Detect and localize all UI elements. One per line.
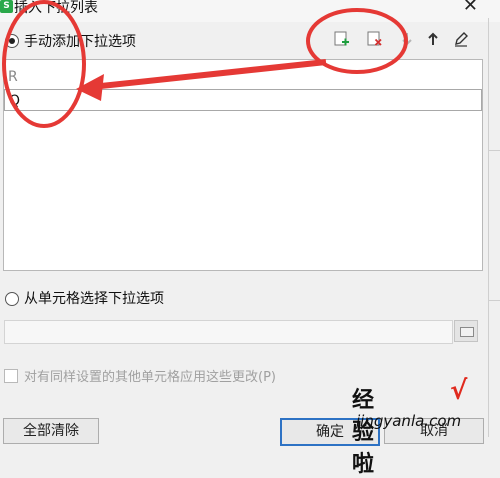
cell-range-input[interactable] <box>4 320 453 344</box>
wps-app-icon: S <box>0 0 13 13</box>
sheet-gridline <box>488 18 489 437</box>
arrow-down-icon <box>402 33 412 46</box>
arrow-up-icon <box>428 32 438 45</box>
pencil-icon <box>455 32 468 47</box>
options-listbox[interactable]: R Q <box>3 59 483 271</box>
edit-item-button[interactable] <box>452 30 470 48</box>
delete-icon <box>367 31 382 46</box>
close-icon[interactable]: ✕ <box>463 0 478 16</box>
add-item-button[interactable] <box>333 30 351 48</box>
sheet-gridline <box>488 150 500 151</box>
move-down-button[interactable] <box>398 30 416 48</box>
delete-item-button[interactable] <box>366 30 384 48</box>
apply-same-checkbox[interactable] <box>4 369 18 383</box>
dialog-title: 插入下拉列表 <box>14 0 98 16</box>
add-icon <box>334 31 349 46</box>
dialog-titlebar: S 插入下拉列表 ✕ <box>0 0 500 22</box>
move-up-button[interactable] <box>424 30 442 48</box>
watermark-check-icon: √ <box>450 376 468 406</box>
list-item-editing[interactable]: Q <box>4 89 482 111</box>
clear-all-button[interactable]: 全部清除 <box>3 418 99 444</box>
watermark-url: jingyanla.com <box>356 412 462 430</box>
apply-same-label: 对有同样设置的其他单元格应用这些更改(P) <box>24 370 276 385</box>
sheet-gridline <box>488 300 500 301</box>
cell-option-radio[interactable] <box>5 292 19 306</box>
range-picker-button[interactable] <box>454 320 478 342</box>
manual-option-label: 手动添加下拉选项 <box>24 34 136 50</box>
cell-option-label: 从单元格选择下拉选项 <box>24 291 164 307</box>
list-item[interactable]: R <box>4 66 482 88</box>
manual-option-radio[interactable] <box>5 34 19 48</box>
watermark-cn: 经验啦 <box>352 388 376 477</box>
